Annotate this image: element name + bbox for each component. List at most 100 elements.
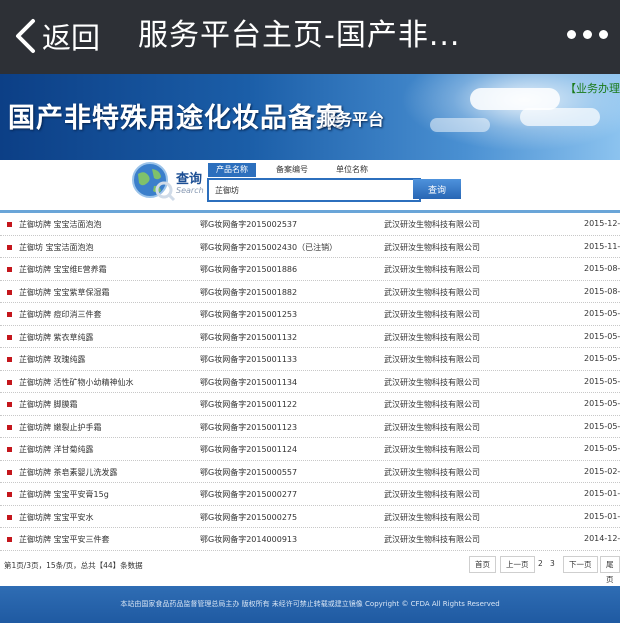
- company-name: 武汉研汝生物科技有限公司: [384, 332, 480, 342]
- company-name: 武汉研汝生物科技有限公司: [384, 242, 480, 252]
- page-2-link[interactable]: 2: [536, 556, 545, 571]
- record-date: 2015-05-: [584, 309, 620, 318]
- pagination: 第1页/3页，15条/页，总共【44】条数据 首页 上一页 2 3 下一页 尾页: [0, 553, 620, 584]
- bullet-icon: [7, 469, 12, 475]
- record-number: 鄂G妆网备字2015001253: [200, 310, 298, 319]
- record-date: 2015-05-2: [584, 354, 620, 363]
- record-date: 2015-05-: [584, 399, 620, 408]
- record-number: 鄂G妆网备字2015002537: [200, 220, 298, 229]
- product-name-link[interactable]: 芷御坊牌 痘印消三件套: [19, 309, 102, 320]
- result-row: 芷御坊牌 洋甘菊纯露 鄂G妆网备字2015001124 武汉研汝生物科技有限公司 20…: [0, 438, 620, 461]
- result-row: 芷御坊牌 宝宝紫草保湿霜 鄂G妆网备字2015001882 武汉研汝生物科技有限公司…: [0, 281, 620, 303]
- record-date: 2015-12-0: [584, 219, 620, 228]
- record-date: 2015-02-: [584, 466, 620, 476]
- search-input[interactable]: [207, 178, 421, 202]
- bullet-icon: [7, 244, 12, 250]
- product-name-link[interactable]: 芷御坊牌 脚膜霜: [19, 399, 78, 410]
- result-row: 芷御坊牌 痘印消三件套 鄂G妆网备字2015001253 武汉研汝生物科技有限公司 2…: [0, 303, 620, 326]
- first-page-button[interactable]: 首页: [469, 556, 496, 573]
- record-number: 鄂G妆网备字2015001134: [200, 377, 298, 387]
- pagination-info: 第1页/3页，15条/页，总共【44】条数据: [4, 561, 143, 570]
- record-number: 鄂G妆网备字2015001882: [200, 287, 298, 297]
- result-row: 芷御坊牌 茶皂素婴儿洗发露 鄂G妆网备字2015000557 武汉研汝生物科技有限公…: [0, 461, 620, 483]
- bullet-icon: [7, 447, 12, 452]
- record-date: 2014-12-: [584, 534, 620, 543]
- record-date: 2015-05-2: [584, 444, 620, 453]
- cloud-decoration: [520, 108, 600, 126]
- back-button[interactable]: 返回: [14, 14, 100, 58]
- record-number: 鄂G妆网备字2015001124: [200, 445, 298, 454]
- product-name-link[interactable]: 芷御坊牌 宝宝平安水: [19, 512, 94, 523]
- bullet-icon: [7, 514, 12, 520]
- page-3-link[interactable]: 3: [548, 556, 557, 571]
- company-name: 武汉研汝生物科技有限公司: [384, 310, 480, 319]
- record-number: 鄂G妆网备字2015000275: [200, 512, 298, 522]
- product-name-link[interactable]: 芷御坊牌 宝宝平安膏15g: [19, 489, 109, 500]
- record-date: 2015-01-: [584, 489, 620, 498]
- globe-search-icon: [132, 162, 176, 202]
- bullet-icon: [7, 334, 12, 340]
- last-page-button[interactable]: 尾页: [600, 556, 620, 584]
- result-row: 芷御坊牌 嫩裂止护手霜 鄂G妆网备字2015001123 武汉研汝生物科技有限公司 2…: [0, 416, 620, 438]
- record-number: 鄂G妆网备字2015001123: [200, 422, 298, 432]
- page-title: 服务平台主页-国产非...: [138, 18, 461, 53]
- company-name: 武汉研汝生物科技有限公司: [384, 355, 480, 364]
- tab-product-name[interactable]: 产品名称: [208, 163, 256, 177]
- product-name-link[interactable]: 芷御坊牌 宝宝紫草保湿霜: [19, 287, 110, 298]
- company-name: 武汉研汝生物科技有限公司: [384, 377, 480, 387]
- record-date: 2015-05-2: [584, 376, 620, 386]
- company-name: 武汉研汝生物科技有限公司: [384, 535, 480, 544]
- cloud-decoration: [470, 88, 560, 110]
- product-name-link[interactable]: 芷御坊牌 宝宝平安三件套: [19, 534, 110, 545]
- prev-page-button[interactable]: 上一页: [500, 556, 535, 573]
- product-name-link[interactable]: 芷御坊牌 紫衣草纯露: [19, 332, 94, 343]
- product-name-link[interactable]: 芷御坊牌 洋甘菊纯露: [19, 444, 94, 455]
- company-name: 武汉研汝生物科技有限公司: [384, 445, 480, 454]
- product-name-link[interactable]: 芷御坊牌 茶皂素婴儿洗发露: [19, 467, 118, 478]
- bullet-icon: [7, 424, 12, 430]
- record-number: 鄂G妆网备字2015001886: [200, 265, 298, 274]
- top-nav-bar: 返回 服务平台主页-国产非...: [0, 0, 620, 74]
- result-row: 芷御坊牌 活性矿物小幼精神仙水 鄂G妆网备字2015001134 武汉研汝生物科技有…: [0, 371, 620, 393]
- result-row: 芷御坊牌 宝宝平安膏15g 鄂G妆网备字2015000277 武汉研汝生物科技有限公…: [0, 483, 620, 506]
- bullet-icon: [7, 222, 12, 227]
- result-row: 芷御坊牌 玫瑰纯露 鄂G妆网备字2015001133 武汉研汝生物科技有限公司 201…: [0, 348, 620, 371]
- company-name: 武汉研汝生物科技有限公司: [384, 490, 480, 499]
- record-number: 鄂G妆网备字2015001133: [200, 355, 298, 364]
- business-link[interactable]: 【业务办理: [565, 80, 620, 96]
- record-number: 鄂G妆网备字2014000913: [200, 535, 298, 544]
- banner-subtitle: 服务平台: [320, 110, 385, 129]
- bullet-icon: [7, 289, 12, 295]
- tab-record-number[interactable]: 备案编号: [268, 163, 316, 177]
- product-name-link[interactable]: 芷御坊牌 宝宝维E营养霜: [19, 264, 107, 275]
- record-date: 2015-08-: [584, 264, 620, 273]
- more-options-icon[interactable]: [567, 30, 608, 39]
- record-number: 鄂G妆网备字2015000557: [200, 467, 298, 477]
- record-date: 2015-01-: [584, 511, 620, 521]
- product-name-link[interactable]: 芷御坊牌 活性矿物小幼精神仙水: [19, 377, 134, 388]
- bullet-icon: [7, 492, 12, 497]
- record-number: 鄂G妆网备字2015001132: [200, 332, 298, 342]
- product-name-link[interactable]: 芷御坊牌 嫩裂止护手霜: [19, 422, 102, 433]
- record-number: 鄂G妆网备字2015000277: [200, 490, 298, 499]
- result-row: 芷御坊 宝宝洁面泡泡 鄂G妆网备字2015002430（已注销） 武汉研汝生物科技有…: [0, 236, 620, 258]
- cloud-decoration: [430, 118, 490, 132]
- product-name-link[interactable]: 芷御坊 宝宝洁面泡泡: [19, 242, 94, 253]
- product-name-link[interactable]: 芷御坊牌 宝宝洁面泡泡: [19, 219, 102, 230]
- record-date: 2015-11-: [584, 241, 620, 251]
- results-list: 芷御坊牌 宝宝洁面泡泡 鄂G妆网备字2015002537 武汉研汝生物科技有限公司 2…: [0, 213, 620, 551]
- company-name: 武汉研汝生物科技有限公司: [384, 400, 480, 409]
- next-page-button[interactable]: 下一页: [563, 556, 598, 573]
- search-button[interactable]: 查询: [413, 179, 461, 199]
- result-row: 芷御坊牌 宝宝洁面泡泡 鄂G妆网备字2015002537 武汉研汝生物科技有限公司 2…: [0, 213, 620, 236]
- company-name: 武汉研汝生物科技有限公司: [384, 287, 480, 297]
- bullet-icon: [7, 312, 12, 317]
- footer-copyright: 本站由国家食品药品监督管理总局主办 版权所有 未经许可禁止转载或建立镜像 Cop…: [120, 600, 500, 608]
- bullet-icon: [7, 537, 12, 542]
- search-label: 查询: [176, 172, 203, 187]
- product-name-link[interactable]: 芷御坊牌 玫瑰纯露: [19, 354, 86, 365]
- search-label-en: Search: [176, 186, 204, 195]
- chevron-left-icon: [16, 19, 35, 53]
- tab-company-name[interactable]: 单位名称: [328, 163, 376, 177]
- company-name: 武汉研汝生物科技有限公司: [384, 467, 480, 477]
